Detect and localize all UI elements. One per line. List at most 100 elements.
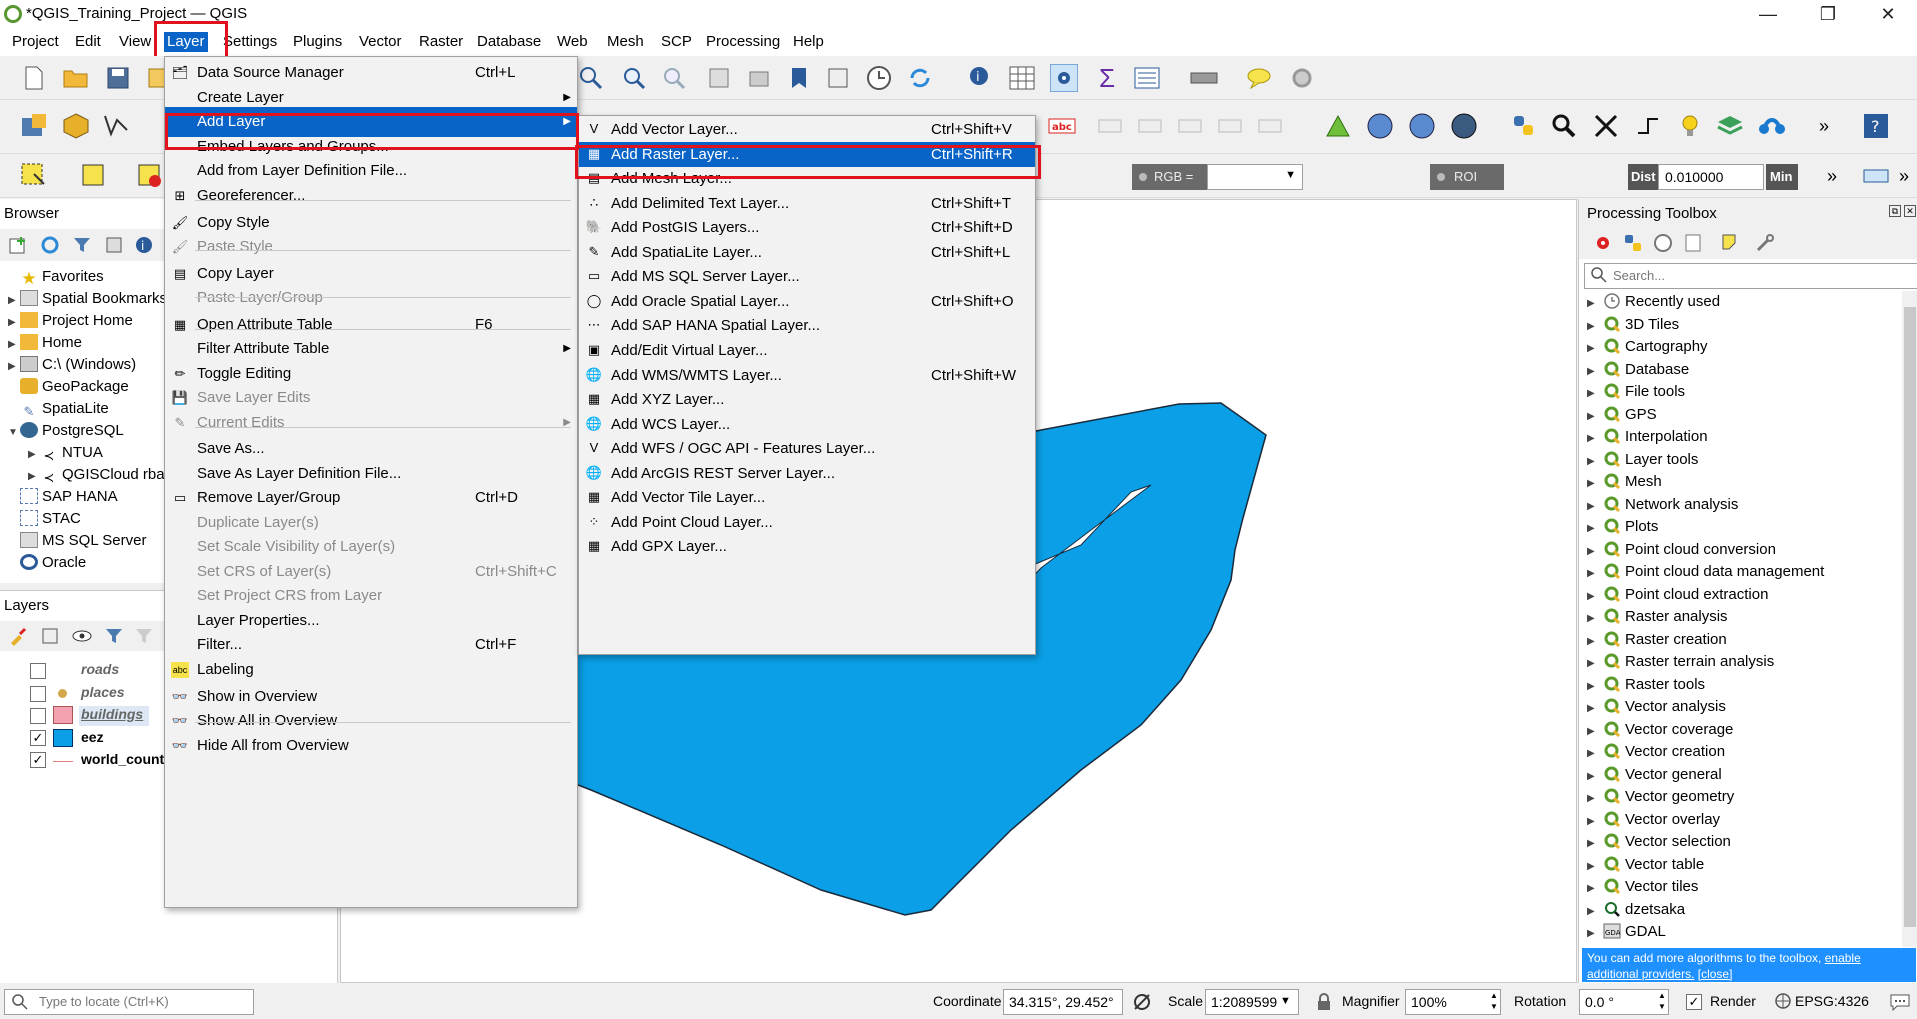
expand-arrow-icon[interactable]: ▶ [1587,608,1599,630]
processing-item-dzetsaka[interactable]: ▶ dzetsaka [1587,899,1685,921]
label-abc-icon[interactable]: abc [1048,112,1076,140]
menu-vector[interactable]: Vector [356,32,405,52]
expand-arrow-icon[interactable]: ▶ [1587,496,1599,518]
menu-plugins[interactable]: Plugins [290,32,345,52]
history-clock-icon[interactable] [1649,229,1677,257]
select-by-value-icon[interactable] [80,162,108,190]
menu-project[interactable]: Project [9,32,62,52]
refresh-browser-icon[interactable] [36,231,64,259]
menu-item-hide-all-from-overview[interactable]: 👓 Hide All from Overview [165,731,577,761]
browser-item-ntua[interactable]: ▶ ≺ NTUA [28,442,103,464]
expand-arrow-icon[interactable]: ▶ [1587,338,1599,360]
expand-arrow-icon[interactable]: ▶ [1587,788,1599,810]
properties-info-icon[interactable]: i [130,231,158,259]
expand-arrow-icon[interactable]: ▶ [1587,878,1599,900]
layer-checkbox-roads[interactable] [30,663,46,679]
rotation-stepper-icon[interactable]: ▲ ▼ [1658,990,1666,1012]
scrollbar-thumb[interactable] [1904,307,1916,927]
open-attribute-table-icon[interactable] [1008,64,1036,92]
menu-item-add-vector-tile-layer[interactable]: ▦ Add Vector Tile Layer... [579,485,1035,510]
menu-help[interactable]: Help [790,32,827,52]
processing-item-vector-overlay[interactable]: ▶ Vector overlay [1587,809,1720,831]
new-project-icon[interactable] [20,64,48,92]
menu-item-add-oracle-spatial-layer[interactable]: ◯ Add Oracle Spatial Layer... Ctrl+Shift+O [579,289,1035,314]
menu-item-labeling[interactable]: abc Labeling [165,655,577,685]
processing-item-database[interactable]: ▶ Database [1587,359,1689,381]
processing-item-3d-tiles[interactable]: ▶ 3D Tiles [1587,314,1679,336]
messages-icon[interactable] [1889,993,1911,1012]
filter-legend-icon[interactable] [100,622,128,650]
label-show-icon[interactable] [1136,112,1164,140]
crs-label[interactable]: EPSG:4326 [1795,993,1869,1009]
data-source-manager-icon[interactable] [20,112,48,140]
python-console-icon[interactable] [1510,112,1538,140]
help-icon[interactable]: ? [1862,112,1890,140]
processing-item-raster-tools[interactable]: ▶ Raster tools [1587,674,1705,696]
expand-arrow-icon[interactable]: ▶ [1587,653,1599,675]
processing-scrollbar[interactable] [1902,291,1917,947]
magnifier-spinbox[interactable]: 100% [1405,989,1501,1015]
label-change-icon[interactable] [1256,112,1284,140]
processing-item-interpolation[interactable]: ▶ Interpolation [1587,426,1708,448]
render-checkbox[interactable]: ✓ [1686,994,1702,1010]
menu-edit[interactable]: Edit [72,32,104,52]
locator-search-input[interactable]: Type to locate (Ctrl+K) [4,989,254,1015]
menu-item-add-gpx-layer[interactable]: ▦ Add GPX Layer... [579,534,1035,559]
globe-wms-icon[interactable] [1366,112,1394,140]
float-panel-icon[interactable]: ⧉ [1889,205,1901,217]
expand-arrow-icon[interactable]: ▶ [1587,743,1599,765]
processing-item-recently-used[interactable]: ▶ Recently used [1587,291,1720,313]
toolbar3-end-chevron-icon[interactable]: » [1890,162,1917,190]
close-window-button[interactable]: ✕ [1868,2,1908,26]
show-bookmarks-icon[interactable] [824,64,852,92]
temporal-controller-icon[interactable] [865,64,893,92]
browser-item-sap-hana[interactable]: SAP HANA [8,486,118,508]
measure-line-icon[interactable] [1190,64,1218,92]
zoom-in-icon[interactable] [620,64,648,92]
processing-item-gdal[interactable]: ▶ GDAL GDAL [1587,921,1666,943]
menu-settings[interactable]: Settings [220,32,280,52]
statistical-summary-icon[interactable]: Σ [1093,63,1121,93]
expand-arrow-icon[interactable]: ▶ [1587,428,1599,450]
expand-arrow-icon[interactable]: ▶ [1587,856,1599,878]
new-geopackage-icon[interactable] [62,112,90,140]
menu-database[interactable]: Database [474,32,544,52]
search-tool-icon[interactable] [1550,112,1578,140]
zoom-layer-icon[interactable] [745,64,773,92]
layer-name-roads[interactable]: roads [81,661,119,677]
magnifier-stepper-icon[interactable]: ▲ ▼ [1490,990,1498,1012]
menu-item-georeferencer[interactable]: ⊞ Georeferencer... [165,181,577,211]
options-wrench-icon[interactable] [1751,229,1779,257]
zoom-out-icon[interactable] [660,64,688,92]
triangle-tool-icon[interactable] [1324,112,1352,140]
menu-item-add-point-cloud-layer[interactable]: ⁘ Add Point Cloud Layer... [579,510,1035,535]
minimize-button[interactable]: — [1748,2,1788,26]
menu-item-add-wcs-layer[interactable]: 🌐 Add WCS Layer... [579,412,1035,437]
expand-arrow-icon[interactable]: ▶ [1587,541,1599,563]
edit-features-in-place-icon[interactable] [1717,229,1745,257]
processing-item-vector-analysis[interactable]: ▶ Vector analysis [1587,696,1726,718]
menu-processing[interactable]: Processing [703,32,783,52]
browser-item-ms-sql[interactable]: MS SQL Server [8,530,146,552]
globe-wfs-icon[interactable] [1408,112,1436,140]
processing-item-file-tools[interactable]: ▶ File tools [1587,381,1685,403]
menu-web[interactable]: Web [554,32,591,52]
collapse-all-icon[interactable] [100,231,128,259]
save-project-icon[interactable] [104,64,132,92]
lock-scale-icon[interactable] [1316,993,1332,1011]
expand-arrow-icon[interactable]: ▶ [1587,383,1599,405]
toolbar-overflow-chevron-icon[interactable]: » [1810,112,1838,140]
menu-item-add-ms-sql-server-layer[interactable]: ▭ Add MS SQL Server Layer... [579,264,1035,289]
locator-gear-icon[interactable] [1288,64,1316,92]
deselect-icon[interactable] [136,162,164,190]
menu-mesh[interactable]: Mesh [604,32,647,52]
processing-item-raster-analysis[interactable]: ▶ Raster analysis [1587,606,1728,628]
processing-item-vector-creation[interactable]: ▶ Vector creation [1587,741,1725,763]
menu-item-add-spatialite-layer[interactable]: ✎ Add SpatiaLite Layer... Ctrl+Shift+L [579,240,1035,265]
menu-item-add-postgis-layers[interactable]: 🐘 Add PostGIS Layers... Ctrl+Shift+D [579,215,1035,240]
menu-item-add-wfs-ogc-api-features-layer[interactable]: V Add WFS / OGC API - Features Layer... [579,436,1035,461]
layer-checkbox-eez[interactable]: ✓ [30,730,46,746]
processing-toolbox-icon[interactable] [1050,64,1078,92]
layer-checkbox-world-countries[interactable]: ✓ [30,752,46,768]
rgb-combo[interactable]: ▼ [1207,164,1303,190]
